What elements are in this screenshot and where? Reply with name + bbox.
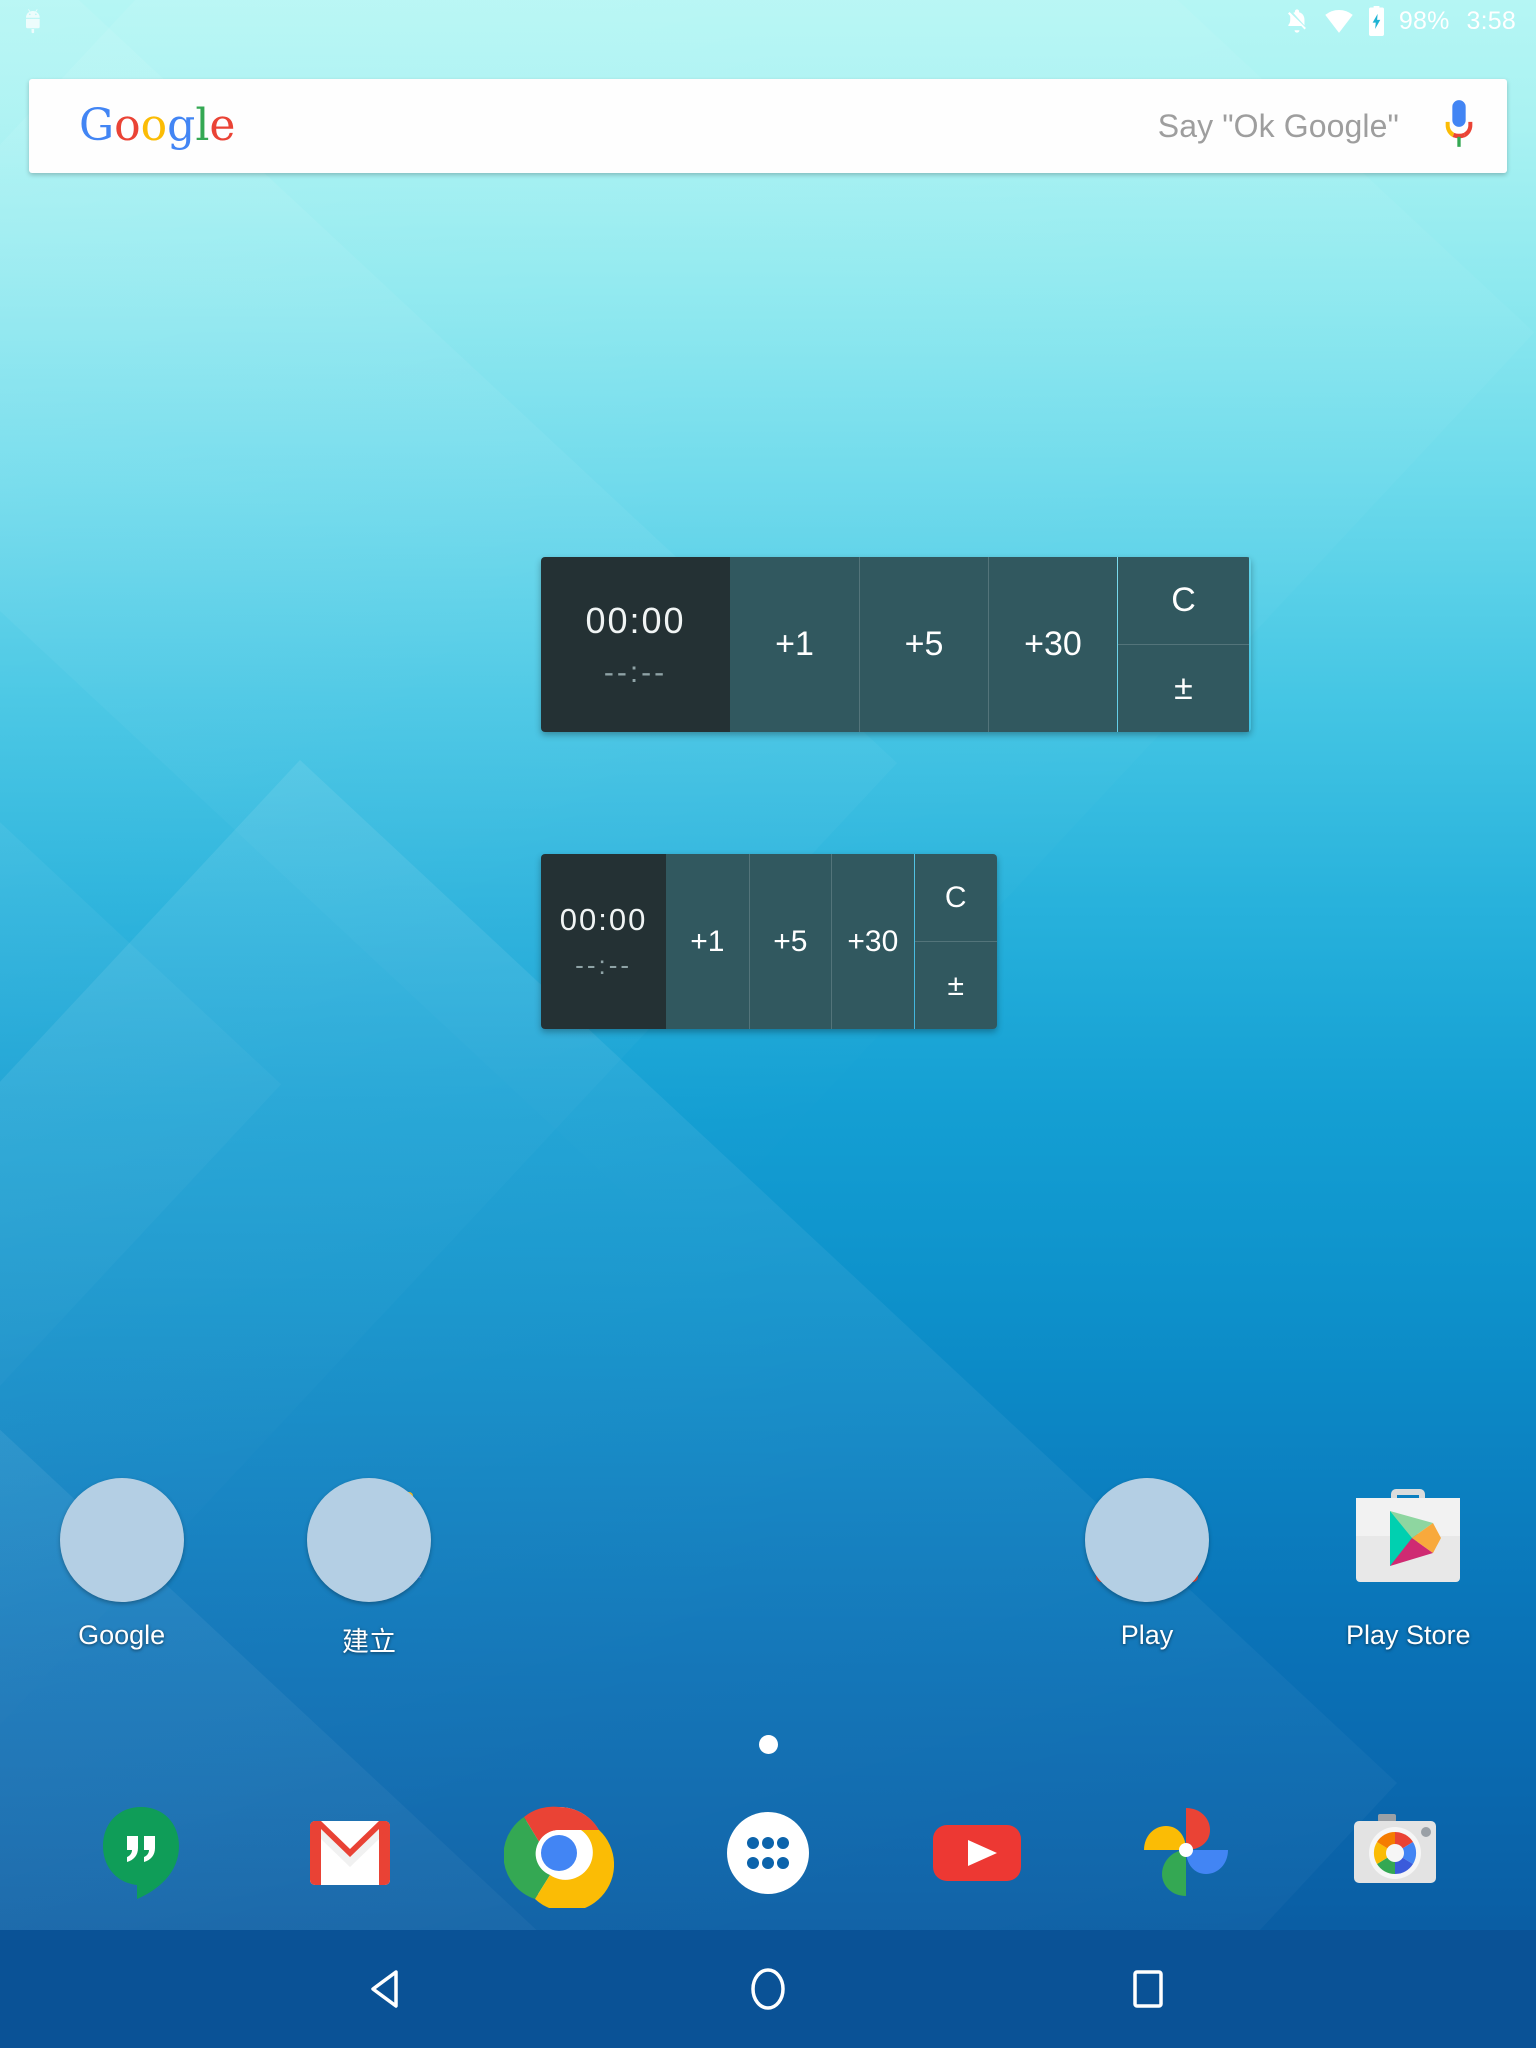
timer-display[interactable]: 00:00 --:-- xyxy=(541,557,730,732)
battery-percent: 98% xyxy=(1398,6,1450,35)
navigation-bar xyxy=(0,1930,1536,2048)
microphone-icon[interactable] xyxy=(1439,98,1479,154)
dock-item-photos[interactable] xyxy=(1126,1793,1246,1913)
dock-item-gmail[interactable] xyxy=(290,1793,410,1913)
photos-icon xyxy=(1144,1807,1229,1896)
page-indicator xyxy=(0,1735,1536,1754)
google-folder-icon xyxy=(52,1470,192,1610)
app-label: 建立 xyxy=(341,1627,396,1657)
google-logo-letter: o xyxy=(140,100,168,151)
home-screen-app-grid: Google 建立 Play Play Store xyxy=(0,1470,1536,1700)
nav-recents-button[interactable] xyxy=(1048,1930,1248,2048)
dock-item-camera[interactable] xyxy=(1335,1793,1455,1913)
timer-target-time: --:-- xyxy=(603,655,668,689)
timer-toggle-sign-button[interactable]: ± xyxy=(1118,644,1249,732)
play-store-icon xyxy=(1338,1470,1478,1610)
hangouts-icon xyxy=(102,1806,179,1899)
timer-target-time: --:-- xyxy=(575,950,633,980)
youtube-icon xyxy=(933,1824,1022,1881)
timer-widget-small[interactable]: 00:00 --:-- +1 +5 +30 C ± xyxy=(541,854,997,1029)
timer-stack-buttons: C ± xyxy=(1117,557,1249,732)
nav-back-button[interactable] xyxy=(288,1930,488,2048)
play-store-icon-art xyxy=(1356,1489,1461,1582)
app-label: Play Store xyxy=(1346,1620,1471,1650)
dock-item-chrome[interactable] xyxy=(499,1793,619,1913)
dock xyxy=(0,1785,1536,1920)
timer-clear-button[interactable]: C xyxy=(1118,557,1249,644)
timer-add-5-button[interactable]: +5 xyxy=(748,854,832,1029)
page-indicator-dot-active[interactable] xyxy=(758,1735,778,1754)
app-drawer-icon xyxy=(726,1811,809,1894)
status-bar-icons: 98% 3:58 xyxy=(1283,6,1516,36)
app-icon-google-folder[interactable]: Google xyxy=(0,1470,249,1651)
dock-item-hangouts[interactable] xyxy=(81,1793,201,1913)
app-icon-google-drive[interactable]: 建立 xyxy=(241,1470,496,1659)
status-bar[interactable]: 98% 3:58 xyxy=(0,0,1536,42)
app-icon-play-movies[interactable]: Play xyxy=(1019,1470,1274,1651)
home-icon xyxy=(751,1968,785,2010)
google-drive-icon xyxy=(299,1470,439,1610)
timer-widget-large[interactable]: 00:00 --:-- +1 +5 +30 C ± xyxy=(541,557,1251,732)
dock-item-youtube[interactable] xyxy=(917,1793,1037,1913)
back-icon xyxy=(371,1970,398,2008)
timer-elapsed-time: 00:00 xyxy=(585,599,686,641)
google-logo-letter: e xyxy=(209,100,236,151)
google-play-movies-icon xyxy=(1077,1470,1217,1610)
timer-toggle-sign-button[interactable]: ± xyxy=(914,941,997,1029)
timer-add-1-button[interactable]: +1 xyxy=(730,557,859,732)
camera-icon xyxy=(1354,1813,1437,1883)
google-logo-letter: G xyxy=(79,100,115,151)
status-bar-notifications xyxy=(22,8,48,34)
google-logo: Google xyxy=(79,104,235,148)
timer-clear-button[interactable]: C xyxy=(914,854,997,941)
android-head-icon xyxy=(26,9,40,34)
gmail-icon xyxy=(309,1820,390,1885)
recents-icon xyxy=(1133,1970,1163,2008)
nav-home-button[interactable] xyxy=(668,1930,868,2048)
timer-add-30-button[interactable]: +30 xyxy=(988,557,1117,732)
timer-add-5-button[interactable]: +5 xyxy=(859,557,988,732)
battery-charging-icon xyxy=(1368,6,1384,36)
google-logo-letter: o xyxy=(114,100,141,151)
timer-add-30-button[interactable]: +30 xyxy=(831,854,914,1029)
app-icon-play-store[interactable]: Play Store xyxy=(1281,1470,1536,1651)
app-label: Google xyxy=(78,1620,166,1650)
status-bar-clock: 3:58 xyxy=(1466,6,1516,35)
dock-item-app-drawer[interactable] xyxy=(708,1793,828,1913)
app-label: Play xyxy=(1120,1620,1174,1650)
google-logo-letter: g xyxy=(167,100,196,151)
timer-stack-buttons: C ± xyxy=(913,854,997,1029)
chrome-icon xyxy=(503,1806,614,1908)
timer-display[interactable]: 00:00 --:-- xyxy=(541,854,667,1029)
google-search-bar[interactable]: Google Say "Ok Google" xyxy=(29,79,1507,173)
google-logo-letter: l xyxy=(195,100,210,151)
wifi-icon xyxy=(1325,10,1353,33)
timer-add-1-button[interactable]: +1 xyxy=(666,854,749,1029)
notifications-off-icon xyxy=(1287,9,1306,33)
timer-elapsed-time: 00:00 xyxy=(559,902,648,937)
search-hint-text[interactable]: Say "Ok Google" xyxy=(1158,108,1439,145)
